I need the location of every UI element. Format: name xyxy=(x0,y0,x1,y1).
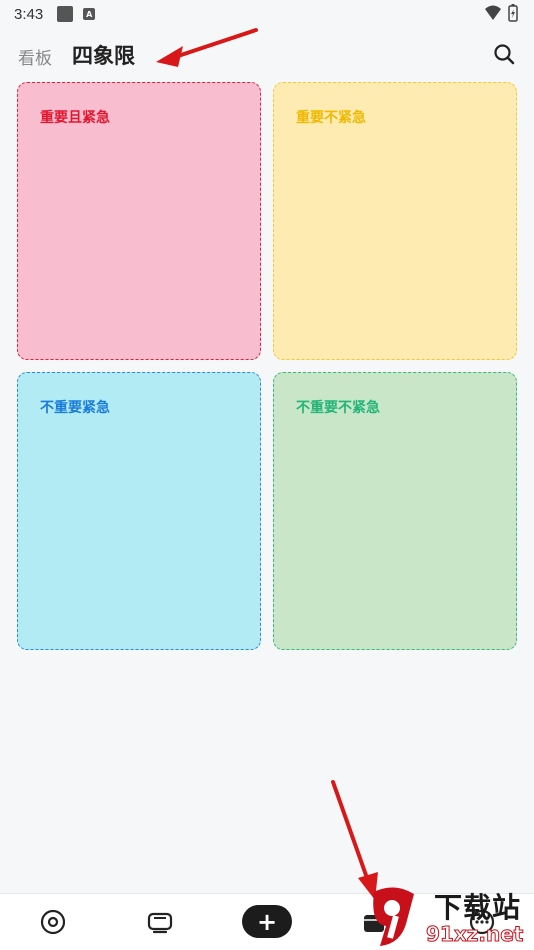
status-right xyxy=(484,4,518,22)
watermark: 下载站 91xz.net xyxy=(364,882,534,950)
quadrant-not-important-not-urgent[interactable]: 不重要不紧急 xyxy=(273,372,517,650)
tab-quadrant[interactable]: 四象限 xyxy=(72,40,135,70)
header: 看板 四象限 xyxy=(0,36,534,76)
quadrant-label: 不重要紧急 xyxy=(40,400,110,416)
quadrant-label: 不重要不紧急 xyxy=(296,400,380,416)
search-icon[interactable] xyxy=(492,42,516,66)
notification-a-icon: A xyxy=(83,8,96,20)
watermark-title: 下载站 xyxy=(434,891,522,924)
watermark-domain: 91xz.net xyxy=(425,922,524,947)
wifi-icon xyxy=(485,5,501,20)
quadrant-important-not-urgent[interactable]: 重要不紧急 xyxy=(273,82,517,360)
quadrant-label: 重要且紧急 xyxy=(40,110,110,126)
tab-board[interactable]: 看板 xyxy=(18,44,52,69)
target-icon[interactable] xyxy=(39,908,67,936)
add-icon: + xyxy=(256,907,278,936)
status-bar: 3:43 A xyxy=(0,0,534,28)
notification-square-icon xyxy=(57,6,74,22)
quadrant-not-important-urgent[interactable]: 不重要紧急 xyxy=(17,372,261,650)
watermark-logo-icon xyxy=(373,887,414,946)
tv-icon[interactable] xyxy=(146,908,174,936)
quadrant-important-urgent[interactable]: 重要且紧急 xyxy=(17,82,261,360)
add-button[interactable]: + xyxy=(242,905,292,938)
status-time: 3:43 xyxy=(14,5,44,23)
battery-icon xyxy=(508,4,518,22)
quadrant-label: 重要不紧急 xyxy=(296,110,366,126)
